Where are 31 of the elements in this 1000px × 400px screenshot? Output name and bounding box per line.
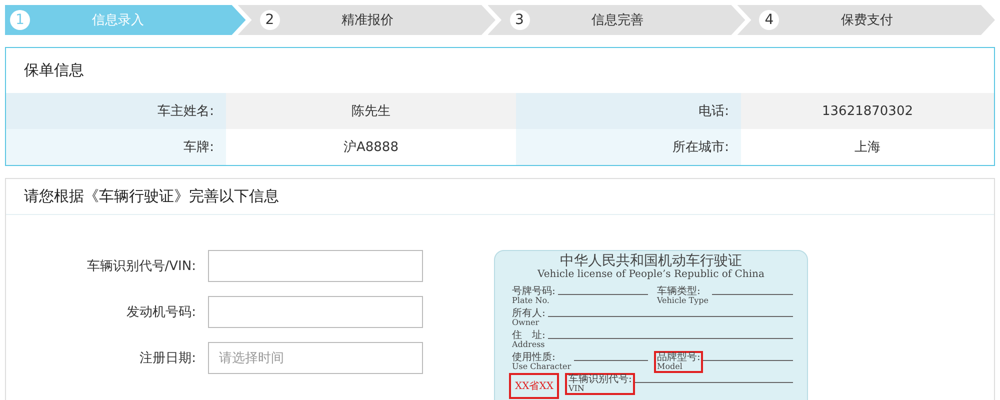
step-number: 1 xyxy=(10,10,30,30)
input-field[interactable] xyxy=(208,250,423,282)
field-value: 陈先生 xyxy=(226,93,516,129)
license-field-label: 使用性质: Use Character xyxy=(511,351,572,373)
field-label: 注册日期: xyxy=(138,350,197,367)
step-tab[interactable]: 3 信息完善 xyxy=(488,5,746,35)
field-label: 所在城市: xyxy=(516,129,741,165)
panel-title: 保单信息 xyxy=(23,60,85,81)
license-title: 中华人民共和国机动车行驶证 xyxy=(559,254,743,269)
license-field-label: 车辆识别代号: VIN xyxy=(565,373,635,395)
field-label: 车牌: xyxy=(6,129,226,165)
step-number: 4 xyxy=(759,10,780,30)
stamp-box: XX省XX xyxy=(509,373,560,399)
field-label: 电话: xyxy=(516,93,741,129)
field-label: 发动机号码: xyxy=(126,304,197,321)
panel-title: 请您根据《车辆行驶证》完善以下信息 xyxy=(6,179,994,215)
field-value: 13621870302 xyxy=(741,93,994,129)
date-field[interactable]: 请选择时间 xyxy=(208,342,423,374)
step-number: 2 xyxy=(260,10,280,30)
license-field-label: 住 址: Address xyxy=(511,329,546,351)
step-tab[interactable]: 4 保费支付 xyxy=(737,5,995,35)
input-field[interactable] xyxy=(208,296,423,328)
step-tab[interactable]: 2 精准报价 xyxy=(238,5,496,35)
field-label: 车辆识别代号/VIN: xyxy=(86,258,197,275)
license-field-label: 号牌号码: Plate No. xyxy=(511,285,556,307)
license-field-label: 品牌型号: Model xyxy=(654,351,704,373)
license-field-label: 车辆类型: Vehicle Type xyxy=(656,285,710,307)
license-field-label: 所有人: Owner xyxy=(511,307,546,329)
step-number: 3 xyxy=(510,10,530,30)
license-subtitle: Vehicle license of People’s Republic of China xyxy=(536,269,766,280)
field-label: 车主姓名: xyxy=(6,93,226,129)
